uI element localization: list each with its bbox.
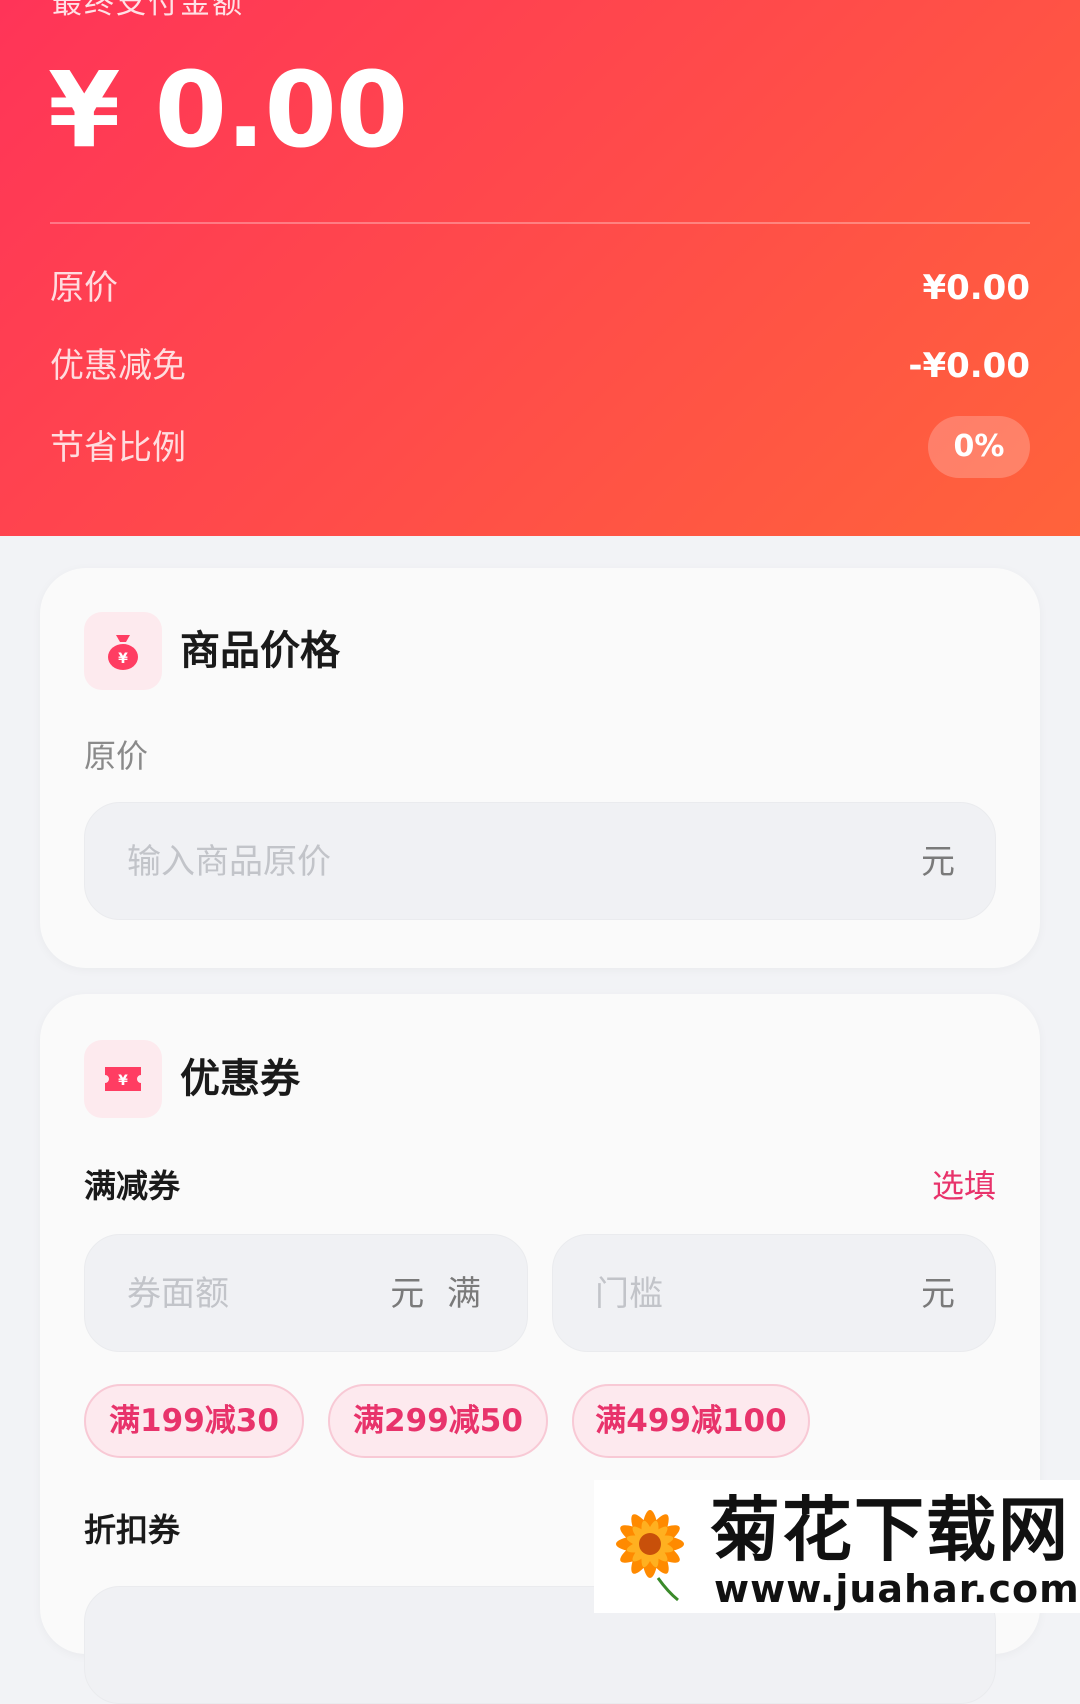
product-price-title: 商品价格 [180, 628, 340, 674]
preset-chips: 满199减30 满299减50 满499减100 [84, 1384, 996, 1460]
header-divider [50, 222, 1030, 224]
discount-coupon-label: 折扣券 [84, 1511, 181, 1549]
money-bag-icon: ¥ [84, 612, 162, 690]
original-price-unit: 元 [921, 842, 955, 882]
discount-label: 优惠减免 [50, 346, 186, 386]
coupon-title: 优惠券 [180, 1056, 300, 1102]
watermark: 菊花下载网 www.juahar.com [594, 1480, 1080, 1613]
coupon-amount-unit: 元 满 [390, 1274, 487, 1314]
flower-logo-icon [616, 1510, 684, 1602]
full-reduction-label: 满减券 [84, 1167, 181, 1205]
original-price-field-label: 原价 [84, 737, 149, 775]
original-price-row: 原价 ¥0.00 [50, 262, 1030, 314]
summary-header: 最终支付金额 ¥ 0.00 原价 ¥0.00 优惠减免 -¥0.00 节省比例 … [0, 0, 1080, 536]
watermark-url: www.juahar.com [714, 1567, 1080, 1611]
coupon-threshold-input[interactable]: 门槛 元 [552, 1234, 996, 1352]
original-price-input[interactable]: 输入商品原价 元 [84, 802, 996, 920]
final-amount-value: ¥ 0.00 [48, 49, 408, 171]
optional-hint: 选填 [931, 1167, 996, 1205]
original-price-placeholder: 输入商品原价 [127, 842, 331, 882]
saving-ratio-label: 节省比例 [50, 428, 186, 468]
discount-row: 优惠减免 -¥0.00 [50, 340, 1030, 392]
coupon-amount-input[interactable]: 券面额 元 满 [84, 1234, 528, 1352]
coupon-threshold-unit: 元 [921, 1274, 955, 1314]
svg-text:¥: ¥ [118, 651, 128, 667]
original-price-label: 原价 [50, 268, 118, 308]
final-amount-label: 最终支付金额 [52, 0, 244, 21]
coupon-amount-placeholder: 券面额 [127, 1274, 229, 1314]
ticket-icon: ¥ [84, 1040, 162, 1118]
saving-ratio-badge: 0% [928, 416, 1030, 478]
product-price-card: ¥ 商品价格 原价 输入商品原价 元 [40, 568, 1040, 968]
watermark-brand: 菊花下载网 [710, 1489, 1070, 1571]
preset-chip-499-100[interactable]: 满499减100 [572, 1384, 810, 1458]
discount-value: -¥0.00 [908, 346, 1030, 386]
saving-ratio-row: 节省比例 0% [50, 416, 1030, 478]
coupon-threshold-placeholder: 门槛 [595, 1274, 663, 1314]
preset-chip-299-50[interactable]: 满299减50 [328, 1384, 548, 1458]
svg-text:¥: ¥ [118, 1073, 128, 1089]
preset-chip-199-30[interactable]: 满199减30 [84, 1384, 304, 1458]
original-price-value: ¥0.00 [922, 268, 1030, 308]
